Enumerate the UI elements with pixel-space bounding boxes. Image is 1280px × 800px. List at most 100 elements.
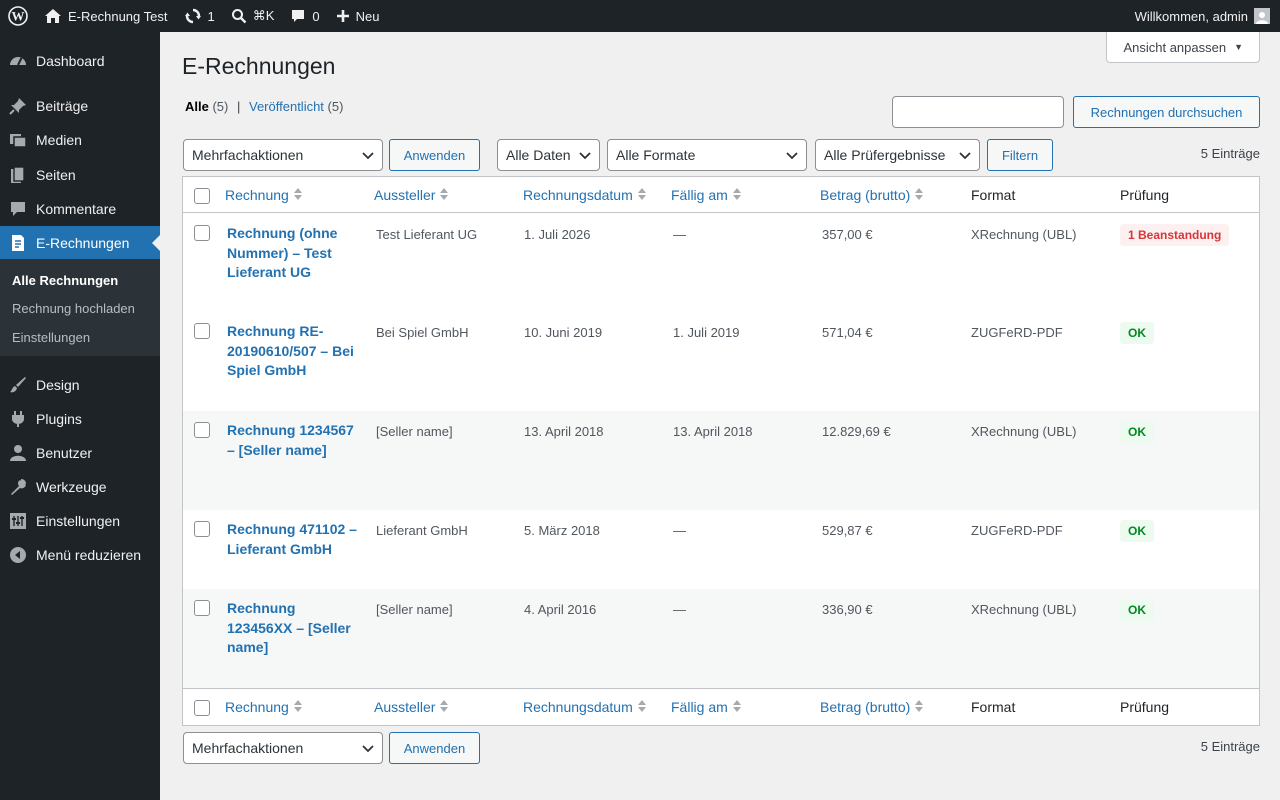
format-filter-select[interactable]: Alle Formate [607,139,807,171]
select-all-checkbox-footer[interactable] [194,700,210,716]
cell-format: ZUGFeRD-PDF [971,523,1063,538]
cell-date: 4. April 2016 [524,602,597,617]
my-account-link[interactable]: Willkommen, admin [1127,0,1280,32]
invoice-title-link[interactable]: Rechnung RE-20190610/507 – Bei Spiel Gmb… [227,322,357,381]
chevron-down-icon [579,152,591,160]
column-footer-aussteller[interactable]: Aussteller [374,699,449,715]
table-row: Rechnung 1234567 – [Seller name] [Seller… [183,411,1259,510]
avatar [1254,8,1270,24]
menu-item-plugins[interactable]: Plugins [0,402,160,436]
submenu-einstellungen[interactable]: Einstellungen [12,330,90,345]
column-header-faellig[interactable]: Fällig am [671,187,741,203]
invoice-title-link[interactable]: Rechnung 123456XX – [Seller name] [227,599,357,658]
main-content: Ansicht anpassen ▼ E-Rechnungen Alle (5)… [160,32,1280,800]
comments-icon [0,200,36,218]
cell-due: 1. Juli 2019 [673,325,740,340]
bulk-actions-select[interactable]: Mehrfachaktionen [183,139,383,171]
menu-item-medien[interactable]: Medien [0,123,160,157]
menu-label: Seiten [36,167,76,183]
search-button[interactable]: Rechnungen durchsuchen [1073,96,1260,128]
view-published-count: (5) [327,99,344,114]
menu-item-beitraege[interactable]: Beiträge [0,89,160,123]
view-all[interactable]: Alle (5) [185,99,228,114]
view-published[interactable]: Veröffentlicht (5) [249,99,343,114]
menu-item-kommentare[interactable]: Kommentare [0,192,160,226]
sort-icon [637,699,646,715]
date-filter-select[interactable]: Alle Daten [497,139,600,171]
screen-options-toggle[interactable]: Ansicht anpassen ▼ [1106,32,1260,63]
sort-icon [732,187,741,203]
column-footer-faellig[interactable]: Fällig am [671,699,741,715]
select-all-checkbox[interactable] [194,188,210,204]
cell-due: — [673,523,686,538]
menu-item-werkzeuge[interactable]: Werkzeuge [0,470,160,504]
menu-label: Dashboard [36,53,105,69]
menu-label: Menü reduzieren [36,547,142,563]
column-header-betrag[interactable]: Betrag (brutto) [820,187,924,203]
row-checkbox[interactable] [194,521,210,537]
cell-format: XRechnung (UBL) [971,424,1077,439]
invoice-title-link[interactable]: Rechnung (ohne Nummer) – Test Lieferant … [227,224,357,283]
row-checkbox[interactable] [194,600,210,616]
items-count-top: 5 Einträge [1200,146,1260,161]
user-icon [0,444,36,462]
menu-label: Beiträge [36,98,89,114]
cell-date: 1. Juli 2026 [524,227,591,242]
column-header-pruefung: Prüfung [1120,187,1170,203]
chevron-down-icon [362,152,374,160]
submenu-alle-rechnungen[interactable]: Alle Rechnungen [12,273,118,288]
column-footer-betrag[interactable]: Betrag (brutto) [820,699,924,715]
search-input[interactable] [892,96,1064,128]
row-checkbox[interactable] [194,225,210,241]
menu-item-einstellungen[interactable]: Einstellungen [0,504,160,538]
sort-icon [915,187,924,203]
cell-date: 13. April 2018 [524,424,604,439]
table-row: Rechnung 471102 – Lieferant GmbH Liefera… [183,510,1259,589]
screen-options-label: Ansicht anpassen [1123,39,1227,55]
column-header-aussteller[interactable]: Aussteller [374,187,449,203]
row-checkbox[interactable] [194,323,210,339]
menu-item-collapse[interactable]: Menü reduzieren [0,538,160,572]
cell-date: 10. Juni 2019 [524,325,603,340]
command-search[interactable]: ⌘K [223,0,283,32]
updates-link[interactable]: 1 [176,0,223,32]
invoices-table: Rechnung Aussteller Rechnungsdatum Fälli… [182,176,1260,726]
chevron-down-icon [786,152,798,160]
sort-icon [915,699,924,715]
new-content-link[interactable]: Neu [328,0,388,32]
brush-icon [0,376,36,394]
apply-button-bottom[interactable]: Anwenden [389,732,480,764]
wordpress-logo-icon[interactable]: W [0,0,36,32]
cell-amount: 336,90 € [822,602,873,617]
status-badge: 1 Beanstandung [1120,224,1230,246]
column-footer-rechnung[interactable]: Rechnung [225,699,302,715]
check-filter-select[interactable]: Alle Prüfergebnisse [815,139,980,171]
date-filter-value: Alle Daten [506,147,571,163]
comments-link[interactable]: 0 [282,0,327,32]
wrench-icon [0,478,36,496]
site-name-link[interactable]: E-Rechnung Test [36,0,176,32]
menu-item-e-rechnungen[interactable]: E-Rechnungen [0,226,160,260]
menu-item-design[interactable]: Design [0,368,160,402]
invoice-title-link[interactable]: Rechnung 471102 – Lieferant GmbH [227,520,357,559]
cell-format: ZUGFeRD-PDF [971,325,1063,340]
column-footer-rechnungsdatum[interactable]: Rechnungsdatum [523,699,646,715]
column-header-rechnung[interactable]: Rechnung [225,187,302,203]
filter-button[interactable]: Filtern [987,139,1053,171]
pages-icon [0,166,36,184]
menu-item-dashboard[interactable]: Dashboard [0,44,160,78]
column-header-rechnungsdatum[interactable]: Rechnungsdatum [523,187,646,203]
bulk-actions-select-bottom[interactable]: Mehrfachaktionen [183,732,383,764]
submenu-rechnung-hochladen[interactable]: Rechnung hochladen [12,301,135,316]
table-row: Rechnung 123456XX – [Seller name] [Selle… [183,589,1259,688]
sort-icon [637,187,646,203]
apply-button-top[interactable]: Anwenden [389,139,480,171]
search-shortcut: ⌘K [252,8,275,23]
invoice-title-link[interactable]: Rechnung 1234567 – [Seller name] [227,421,357,460]
menu-item-seiten[interactable]: Seiten [0,158,160,192]
menu-item-benutzer[interactable]: Benutzer [0,436,160,470]
sort-icon [440,187,449,203]
cell-issuer: Test Lieferant UG [376,227,478,242]
row-checkbox[interactable] [194,422,210,438]
menu-label: Plugins [36,411,82,427]
